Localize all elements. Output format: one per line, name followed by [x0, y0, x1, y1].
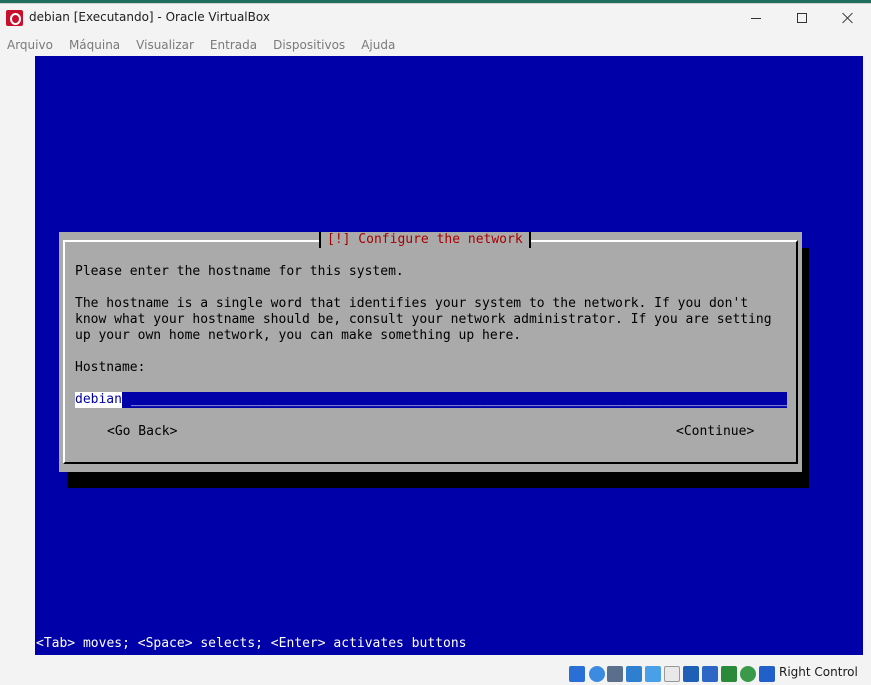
description-line-2: know what your hostname should be, consu… [75, 312, 772, 327]
keyboard-help-line: <Tab> moves; <Space> selects; <Enter> ac… [36, 636, 467, 651]
host-key-label: Right Control [779, 665, 858, 679]
menu-bar: Arquivo Máquina Visualizar Entrada Dispo… [0, 34, 404, 56]
menu-entrada[interactable]: Entrada [210, 38, 257, 52]
minimize-icon [751, 17, 761, 19]
description-line-1: The hostname is a single word that ident… [75, 296, 749, 311]
virtualbox-app-icon [6, 10, 23, 26]
menu-maquina[interactable]: Máquina [69, 38, 120, 52]
continue-button[interactable]: <Continue> [676, 424, 754, 440]
video-capture-icon[interactable] [702, 666, 718, 682]
hostname-label: Hostname: [75, 360, 146, 375]
title-bar: debian [Executando] - Oracle VirtualBox [0, 4, 871, 32]
description-line-3: up your own home network, you can make s… [75, 328, 522, 343]
audio-icon[interactable] [607, 666, 623, 682]
maximize-button[interactable] [779, 4, 825, 32]
vm-display[interactable]: [!] Configure the network Please enter t… [35, 56, 863, 655]
mouse-integration-icon[interactable] [740, 666, 756, 682]
status-bar [0, 662, 871, 685]
close-button[interactable] [825, 4, 871, 32]
dialog-title: [!] Configure the network [319, 232, 531, 248]
usb-icon[interactable] [645, 666, 661, 682]
hard-disk-icon[interactable] [569, 666, 585, 682]
menu-arquivo[interactable]: Arquivo [7, 38, 53, 52]
cpu-icon[interactable] [721, 666, 737, 682]
maximize-icon [797, 13, 807, 23]
shared-folders-icon[interactable] [664, 666, 680, 682]
go-back-button[interactable]: <Go Back> [107, 424, 177, 440]
menu-visualizar[interactable]: Visualizar [136, 38, 194, 52]
installer-dialog: [!] Configure the network Please enter t… [59, 232, 802, 472]
menu-dispositivos[interactable]: Dispositivos [273, 38, 345, 52]
display-icon[interactable] [683, 666, 699, 682]
close-icon [842, 12, 854, 24]
keyboard-icon[interactable] [759, 666, 775, 682]
window-title: debian [Executando] - Oracle VirtualBox [29, 10, 270, 24]
hostname-field-underscores: ________________________________________… [131, 392, 787, 407]
network-icon[interactable] [626, 666, 642, 682]
hostname-prompt: Please enter the hostname for this syste… [75, 264, 404, 279]
optical-drive-icon[interactable] [589, 666, 605, 682]
menu-ajuda[interactable]: Ajuda [361, 38, 395, 52]
hostname-value: debian [75, 392, 122, 408]
hostname-input[interactable]: debian _________________________________… [75, 392, 787, 408]
minimize-button[interactable] [733, 4, 779, 32]
